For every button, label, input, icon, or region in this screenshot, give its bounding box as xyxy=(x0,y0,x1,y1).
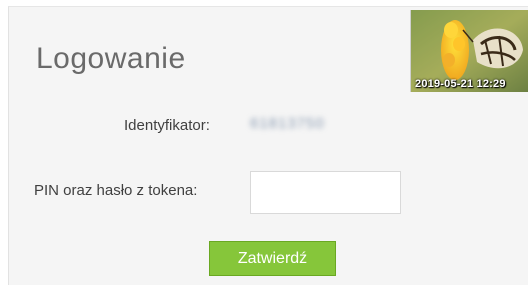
page-title: Logowanie xyxy=(36,42,186,75)
login-page: Logowanie 2019-05-21 12:29 Identyfikator… xyxy=(0,0,528,285)
pin-token-input[interactable] xyxy=(250,171,401,214)
pin-label: PIN oraz hasło z tokena: xyxy=(34,182,198,199)
image-timestamp: 2019-05-21 12:29 xyxy=(415,78,506,90)
identifier-label: Identyfikator: xyxy=(124,117,210,134)
submit-button[interactable]: Zatwierdź xyxy=(209,241,336,276)
security-image: 2019-05-21 12:29 xyxy=(410,10,528,92)
identifier-value: 61813750 xyxy=(250,115,325,132)
